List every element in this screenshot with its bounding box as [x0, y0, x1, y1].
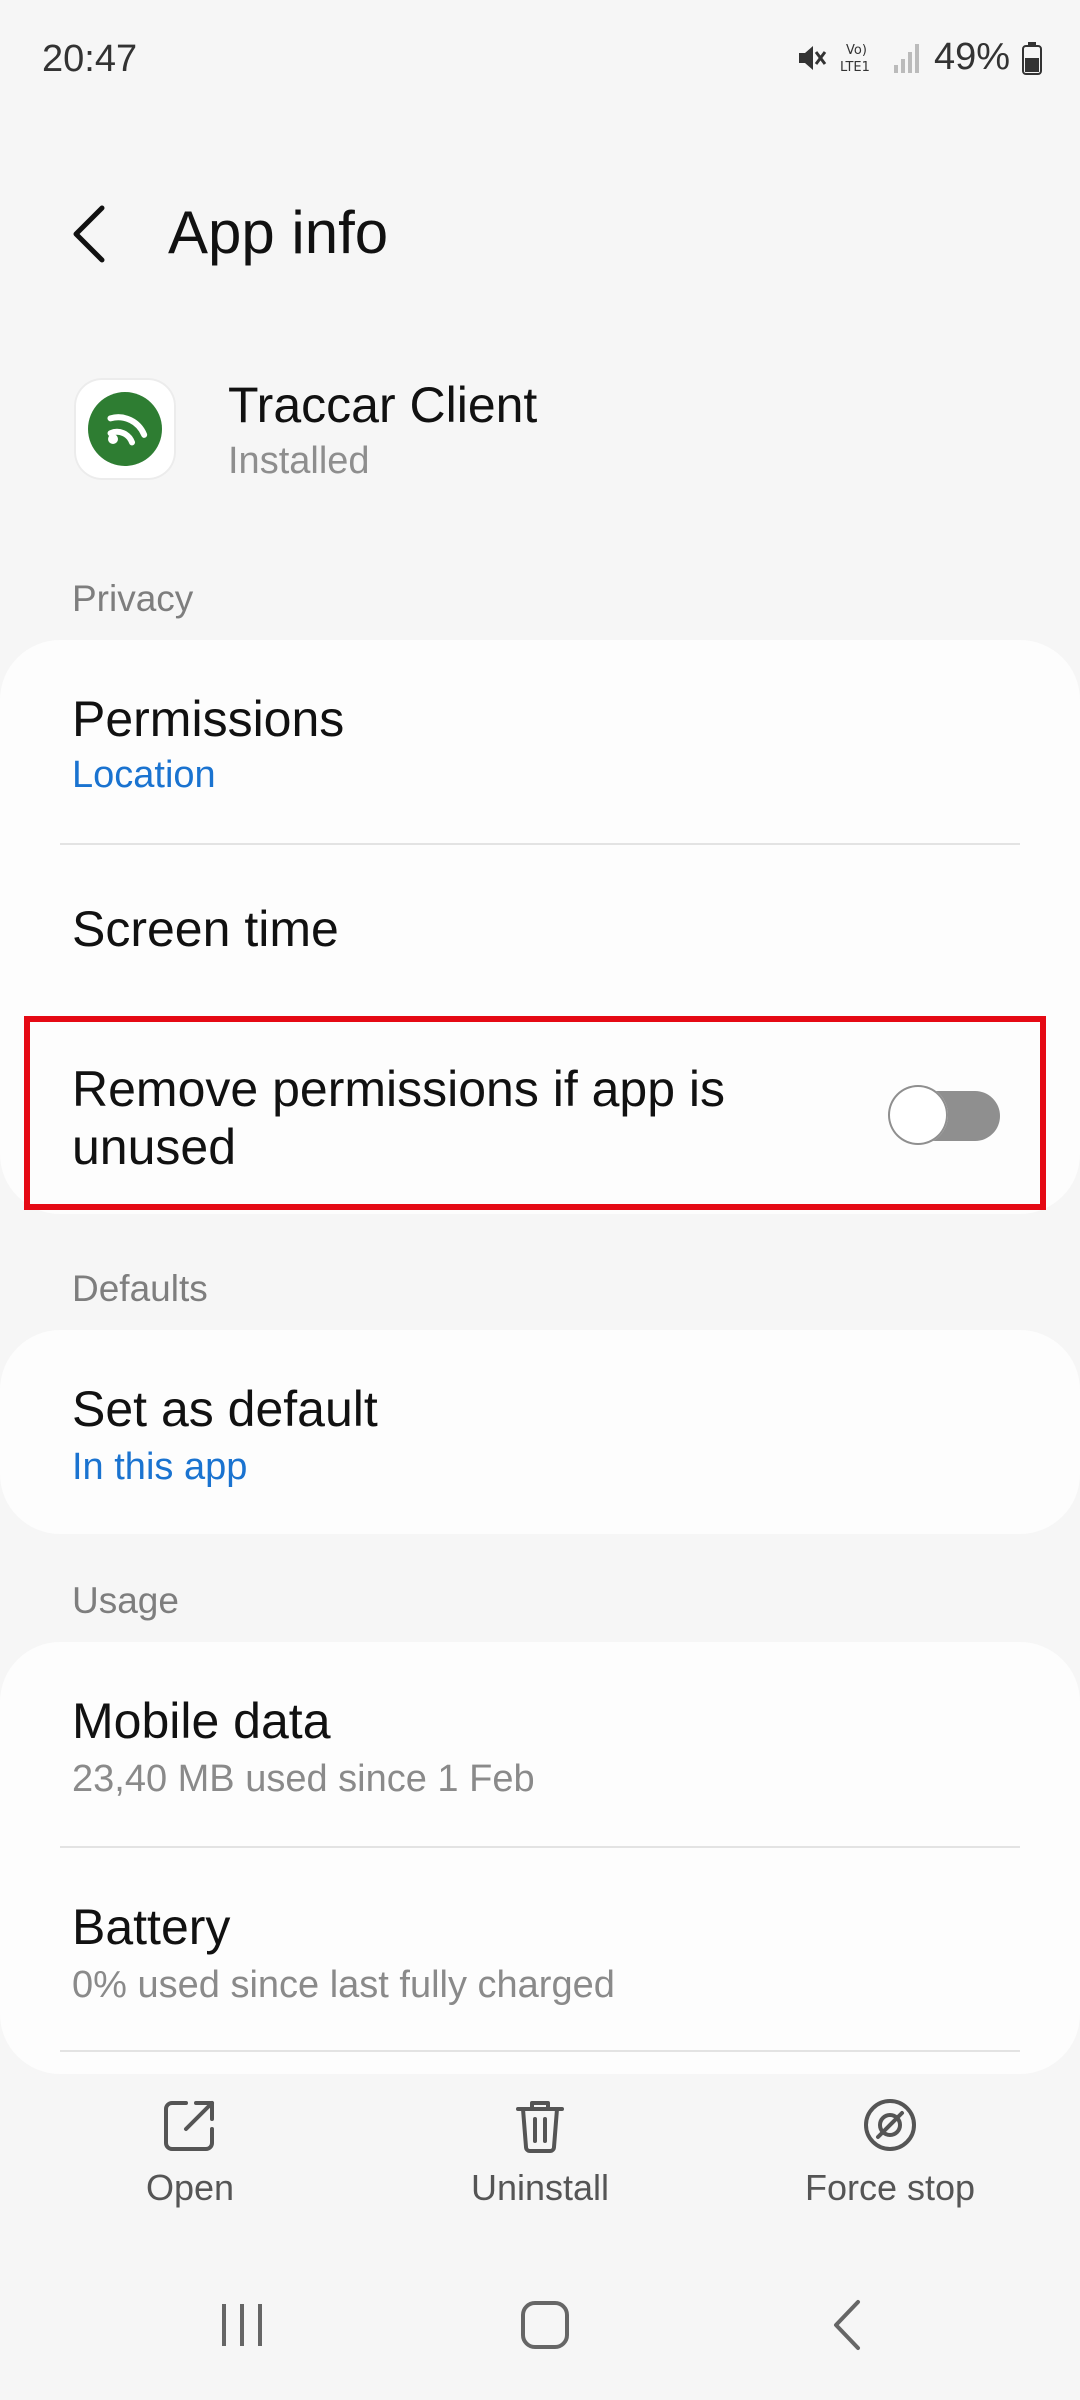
force-stop-label: Force stop — [804, 2167, 976, 2208]
svg-text:LTE1: LTE1 — [840, 60, 870, 75]
battery-subtitle: 0% used since last fully charged — [72, 1964, 615, 2006]
traccar-app-icon — [74, 378, 176, 480]
divider — [60, 843, 1020, 845]
app-info-screen: 20:47 Vo) LTE1 49% App info Traccar Clie… — [0, 0, 1080, 2400]
page-title: App info — [168, 199, 389, 266]
trash-icon — [516, 2101, 564, 2153]
battery-icon — [1022, 41, 1042, 75]
defaults-card: Set as default In this app — [0, 1330, 1080, 1534]
open-button[interactable]: Open — [40, 2075, 340, 2235]
mobile-data-subtitle: 23,40 MB used since 1 Feb — [72, 1758, 535, 1800]
app-install-status: Installed — [228, 440, 370, 482]
mobile-data-title: Mobile data — [72, 1693, 331, 1749]
uninstall-button[interactable]: Uninstall — [390, 2075, 690, 2235]
status-time: 20:47 — [42, 38, 138, 80]
set-as-default-row[interactable]: Set as default In this app — [0, 1330, 1080, 1534]
section-header-privacy: Privacy — [72, 578, 194, 619]
app-name: Traccar Client — [228, 377, 538, 433]
nav-back-button[interactable] — [808, 2290, 888, 2360]
uninstall-label: Uninstall — [470, 2167, 610, 2208]
battery-row[interactable]: Battery 0% used since last fully charged — [0, 1848, 1080, 2048]
home-button[interactable] — [505, 2290, 585, 2360]
permissions-title: Permissions — [72, 691, 345, 747]
open-external-icon — [164, 2101, 214, 2151]
back-arrow-icon — [73, 205, 105, 263]
mute-icon — [794, 41, 828, 75]
force-stop-button[interactable]: Force stop — [740, 2075, 1040, 2235]
home-icon — [521, 2301, 569, 2349]
section-header-usage: Usage — [72, 1580, 179, 1621]
app-summary: Traccar Client Installed — [0, 370, 1080, 490]
signal-icon — [892, 41, 922, 75]
recent-apps-button[interactable] — [202, 2290, 282, 2360]
recent-apps-icon — [222, 2304, 262, 2346]
navigation-bar — [0, 2270, 1080, 2380]
battery-percent: 49% — [933, 36, 1010, 78]
screen-time-title: Screen time — [72, 901, 339, 957]
volte-icon: Vo) LTE1 — [840, 38, 880, 78]
svg-text:Vo): Vo) — [846, 43, 867, 58]
set-as-default-title: Set as default — [72, 1381, 378, 1437]
permissions-subtitle: Location — [72, 754, 216, 796]
status-icons: Vo) LTE1 49% — [794, 36, 1042, 79]
force-stop-icon — [864, 2099, 916, 2151]
permissions-row[interactable]: Permissions Location — [0, 640, 1080, 850]
screen-time-row[interactable]: Screen time — [0, 846, 1080, 1020]
open-label: Open — [145, 2167, 235, 2208]
divider — [60, 2050, 1020, 2052]
app-bar: App info — [0, 180, 1080, 290]
bottom-action-bar: Open Uninstall Force stop — [0, 2075, 1080, 2235]
highlight-box — [24, 1016, 1046, 1210]
section-header-defaults: Defaults — [72, 1268, 208, 1309]
nav-back-icon — [834, 2300, 860, 2350]
status-bar: 20:47 Vo) LTE1 49% — [0, 0, 1080, 120]
usage-card: Mobile data 23,40 MB used since 1 Feb Ba… — [0, 1642, 1080, 2074]
set-as-default-subtitle: In this app — [72, 1446, 248, 1488]
back-button[interactable] — [60, 202, 124, 266]
battery-title: Battery — [72, 1899, 231, 1955]
mobile-data-row[interactable]: Mobile data 23,40 MB used since 1 Feb — [0, 1642, 1080, 1846]
